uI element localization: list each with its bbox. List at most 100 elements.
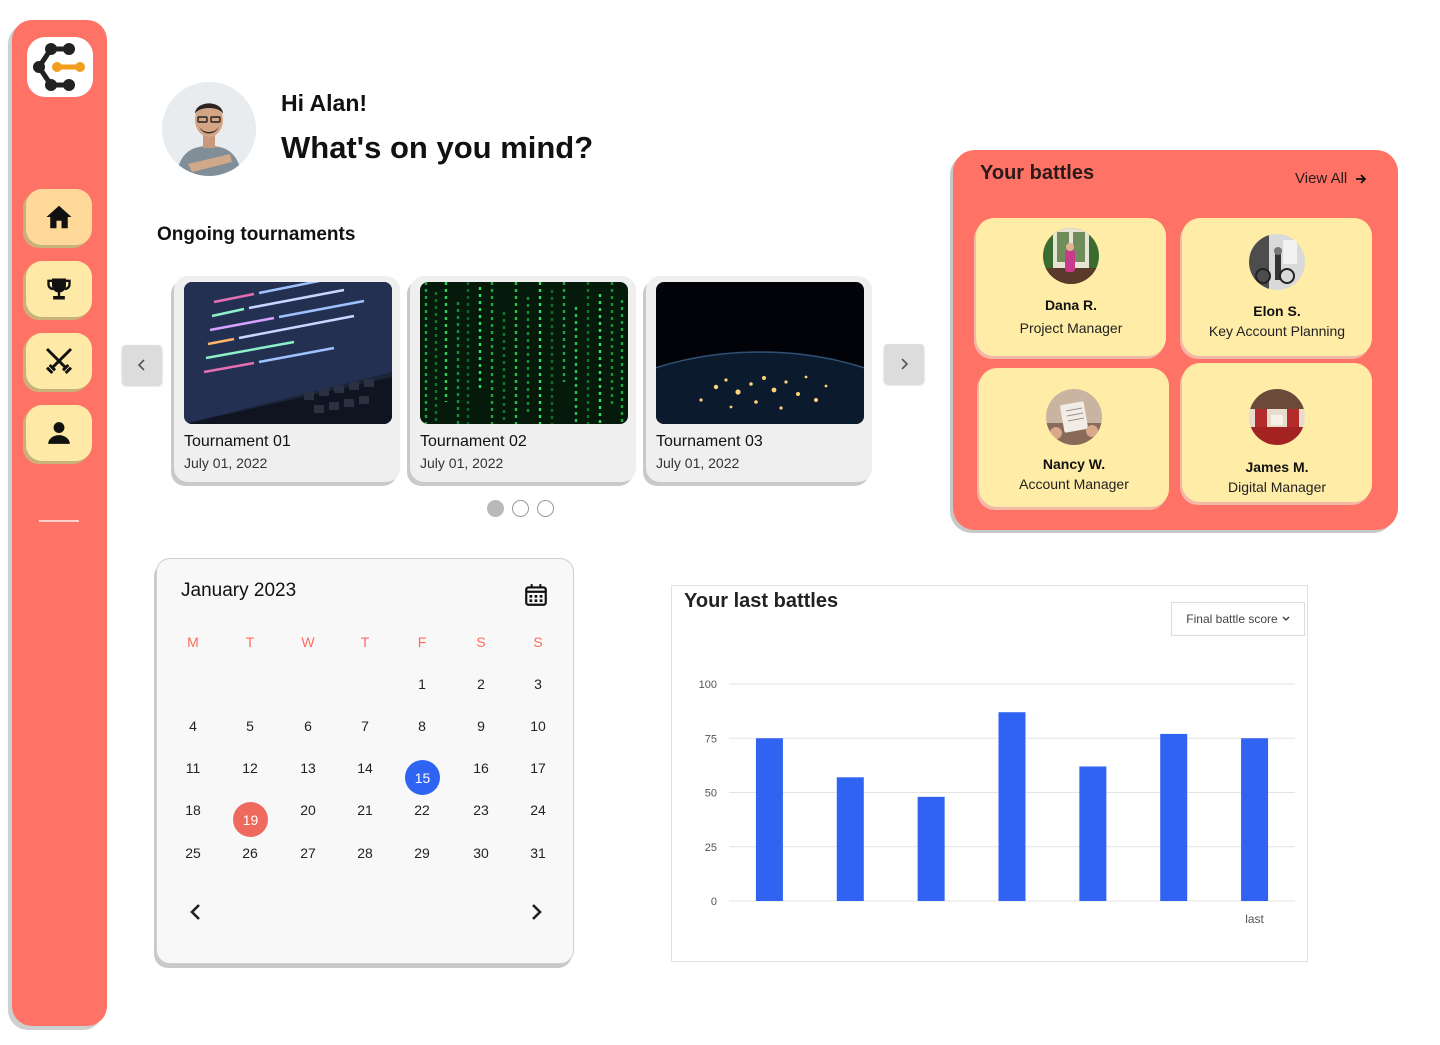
greeting-hi: Hi Alan! bbox=[281, 90, 368, 116]
view-all-link[interactable]: View All bbox=[1295, 170, 1367, 187]
chevron-left-icon bbox=[190, 904, 200, 920]
battle-person-role: Account Manager bbox=[1019, 476, 1129, 492]
chevron-left-icon bbox=[137, 359, 145, 371]
calendar-day[interactable]: 18 bbox=[173, 802, 213, 818]
carousel-prev-button[interactable] bbox=[122, 345, 162, 385]
calendar-day[interactable]: 30 bbox=[461, 845, 501, 861]
y-tick-label: 0 bbox=[711, 896, 717, 908]
battle-person-role: Key Account Planning bbox=[1208, 323, 1346, 339]
calendar-day[interactable]: 20 bbox=[288, 802, 328, 818]
calendar-weekday: M bbox=[187, 634, 199, 650]
tournament-date: July 01, 2022 bbox=[420, 455, 504, 471]
calendar-icon[interactable] bbox=[523, 582, 549, 613]
calendar-next-button[interactable] bbox=[528, 902, 544, 927]
y-tick-label: 100 bbox=[699, 679, 717, 691]
calendar-day[interactable]: 14 bbox=[345, 760, 385, 776]
calendar-day[interactable]: 17 bbox=[518, 760, 558, 776]
chart-bar[interactable] bbox=[998, 712, 1026, 901]
sidebar-item-profile[interactable] bbox=[26, 405, 92, 461]
calendar-day[interactable]: 3 bbox=[518, 676, 558, 692]
calendar-month-title: January 2023 bbox=[181, 580, 297, 601]
tournament-image-code bbox=[184, 282, 392, 424]
calendar-day[interactable]: 8 bbox=[402, 718, 442, 734]
calendar-day[interactable]: 19 bbox=[233, 802, 268, 837]
chart-bar[interactable] bbox=[1079, 766, 1107, 901]
calendar-day[interactable]: 5 bbox=[230, 718, 270, 734]
chart-bar[interactable] bbox=[917, 796, 945, 901]
y-tick-label: 75 bbox=[705, 733, 717, 745]
calendar-day[interactable]: 10 bbox=[518, 718, 558, 734]
sidebar-item-home[interactable] bbox=[26, 189, 92, 245]
your-battles-title: Your battles bbox=[980, 162, 1095, 184]
user-avatar[interactable] bbox=[162, 82, 256, 176]
logo-icon bbox=[33, 43, 85, 91]
calendar-day[interactable]: 26 bbox=[230, 845, 270, 861]
tournament-date: July 01, 2022 bbox=[184, 455, 268, 471]
carousel-dot-1[interactable] bbox=[487, 500, 504, 517]
tournament-name: Tournament 01 bbox=[184, 433, 291, 450]
chart-bar[interactable] bbox=[1160, 733, 1188, 901]
calendar-weekday: S bbox=[533, 634, 543, 650]
chevron-right-icon bbox=[532, 904, 542, 920]
calendar-day[interactable]: 21 bbox=[345, 802, 385, 818]
calendar-prev-button[interactable] bbox=[188, 902, 204, 927]
calendar-day[interactable]: 16 bbox=[461, 760, 501, 776]
user-icon bbox=[48, 422, 70, 444]
calendar-day[interactable]: 2 bbox=[461, 676, 501, 692]
trophy-icon bbox=[47, 278, 71, 300]
calendar-day[interactable]: 13 bbox=[288, 760, 328, 776]
tournament-date: July 01, 2022 bbox=[656, 455, 740, 471]
carousel-dot-3[interactable] bbox=[537, 500, 554, 517]
tournament-name: Tournament 03 bbox=[656, 433, 763, 450]
calendar-day[interactable]: 28 bbox=[345, 845, 385, 861]
battle-card[interactable]: James M. Digital Manager bbox=[1182, 363, 1372, 502]
battle-person-role: Digital Manager bbox=[1227, 479, 1327, 495]
calendar-day[interactable]: 22 bbox=[402, 802, 442, 818]
calendar-day[interactable]: 24 bbox=[518, 802, 558, 818]
chevron-right-icon bbox=[901, 358, 909, 370]
sidebar-item-battles[interactable] bbox=[26, 333, 92, 389]
view-all-label: View All bbox=[1295, 170, 1348, 187]
battle-person-name: James M. bbox=[1245, 459, 1309, 475]
calendar-day[interactable]: 25 bbox=[173, 845, 213, 861]
home-icon bbox=[46, 205, 72, 229]
calendar-day[interactable]: 29 bbox=[402, 845, 442, 861]
chart-bar[interactable] bbox=[836, 777, 864, 901]
calendar-day[interactable]: 9 bbox=[461, 718, 501, 734]
avatar bbox=[1249, 234, 1305, 290]
calendar-day[interactable]: 12 bbox=[230, 760, 270, 776]
battle-card[interactable]: Elon S. Key Account Planning bbox=[1182, 218, 1372, 356]
calendar-weekday: W bbox=[301, 634, 315, 650]
calendar-weekday: S bbox=[476, 634, 486, 650]
battle-person-role: Project Manager bbox=[1019, 320, 1123, 336]
calendar-day[interactable]: 23 bbox=[461, 802, 501, 818]
calendar-day[interactable]: 1 bbox=[402, 676, 442, 692]
y-tick-label: 25 bbox=[705, 842, 717, 854]
tournament-card[interactable]: Tournament 01 July 01, 2022 bbox=[174, 276, 400, 482]
sidebar-item-tournaments[interactable] bbox=[26, 261, 92, 317]
carousel-dot-2[interactable] bbox=[512, 500, 529, 517]
sidebar bbox=[12, 20, 107, 1026]
tournament-card[interactable]: Tournament 03 July 01, 2022 bbox=[646, 276, 872, 482]
calendar-day[interactable]: 4 bbox=[173, 718, 213, 734]
calendar-day[interactable]: 27 bbox=[288, 845, 328, 861]
app-logo[interactable] bbox=[27, 37, 93, 97]
tournament-card[interactable]: Tournament 02 July 01, 2022 bbox=[410, 276, 636, 482]
calendar-day[interactable]: 6 bbox=[288, 718, 328, 734]
calendar-weekday: F bbox=[417, 634, 427, 650]
battle-card[interactable]: Dana R. Project Manager bbox=[976, 218, 1166, 356]
battle-card[interactable]: Nancy W. Account Manager bbox=[979, 368, 1169, 507]
last-battles-bar-chart: 0 25 50 75 100 last bbox=[699, 679, 1295, 926]
calendar-day[interactable]: 15 bbox=[405, 760, 440, 795]
avatar bbox=[1043, 228, 1099, 284]
calendar-day[interactable]: 11 bbox=[173, 760, 213, 776]
calendar-day[interactable]: 7 bbox=[345, 718, 385, 734]
user-photo bbox=[162, 82, 256, 176]
chart-bar[interactable] bbox=[1241, 738, 1269, 901]
chart-bar[interactable] bbox=[755, 738, 783, 901]
carousel-next-button[interactable] bbox=[884, 344, 924, 384]
calendar-weekday: T bbox=[360, 634, 370, 650]
x-tick-label: last bbox=[1245, 912, 1264, 926]
calendar-day[interactable]: 31 bbox=[518, 845, 558, 861]
calendar-weekday: T bbox=[245, 634, 255, 650]
